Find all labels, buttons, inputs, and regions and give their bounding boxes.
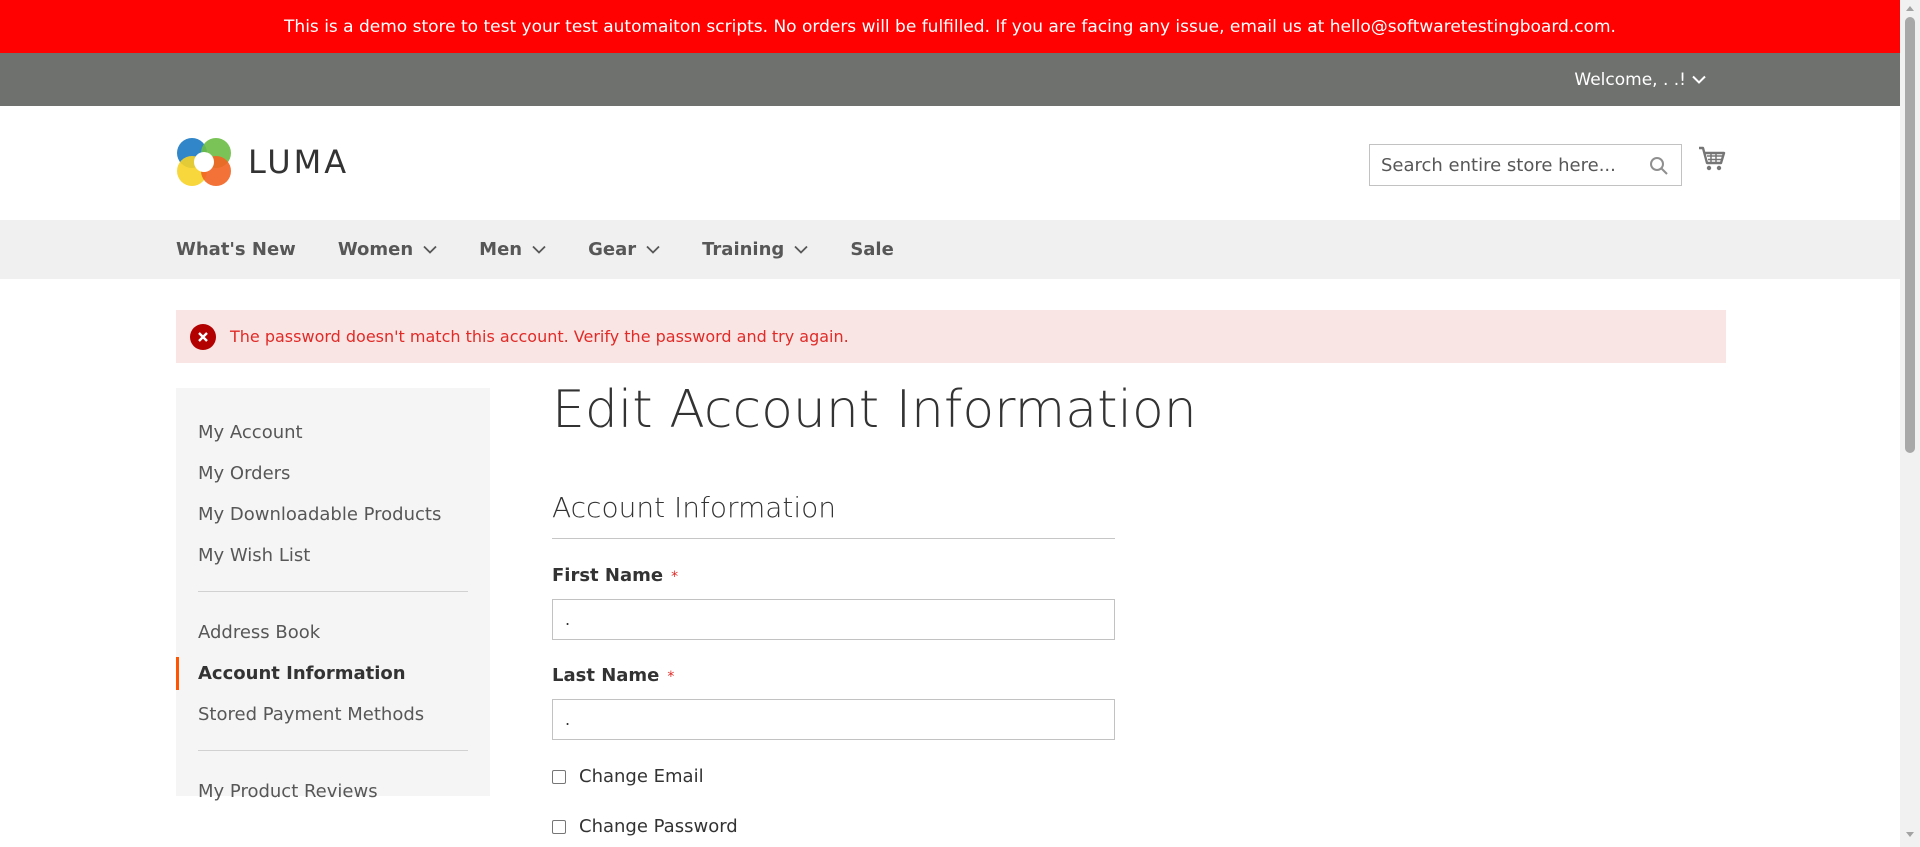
- search-box: [1369, 144, 1682, 186]
- demo-banner: This is a demo store to test your test a…: [0, 0, 1900, 53]
- first-name-label-text: First Name: [552, 565, 664, 586]
- nav-item-label: What's New: [176, 239, 296, 260]
- sidebar-item-label: My Product Reviews: [198, 781, 378, 802]
- chevron-down-icon: [423, 245, 437, 254]
- sidebar-item-stored-payment-methods[interactable]: Stored Payment Methods: [176, 694, 490, 735]
- sidebar-item-my-product-reviews[interactable]: My Product Reviews: [176, 771, 490, 812]
- cart-icon[interactable]: [1698, 146, 1726, 172]
- panel-header: Welcome, . .!: [0, 53, 1900, 106]
- nav-item-training[interactable]: Training: [702, 239, 808, 260]
- sidebar-item-label: My Wish List: [198, 545, 311, 566]
- nav-item-label: Gear: [588, 239, 637, 260]
- error-message-text: The password doesn't match this account.…: [230, 327, 849, 346]
- welcome-text: Welcome, . .!: [1574, 69, 1686, 90]
- nav-list: What's New Women Men Gear Training Sale: [176, 220, 936, 279]
- welcome-menu[interactable]: Welcome, . .!: [1574, 53, 1706, 106]
- sidebar-item-label: My Downloadable Products: [198, 504, 442, 525]
- section-divider: [552, 538, 1115, 539]
- first-name-label: First Name *: [552, 565, 678, 586]
- main-nav: What's New Women Men Gear Training Sale: [0, 220, 1900, 279]
- error-message: The password doesn't match this account.…: [176, 310, 1726, 363]
- change-email-label: Change Email: [579, 766, 704, 787]
- nav-item-label: Sale: [850, 239, 894, 260]
- luma-logo[interactable]: LUMA: [176, 133, 349, 191]
- sidebar-item-address-book[interactable]: Address Book: [176, 612, 490, 653]
- nav-item-men[interactable]: Men: [479, 239, 546, 260]
- nav-item-label: Women: [337, 239, 414, 260]
- sidebar-item-my-downloadable-products[interactable]: My Downloadable Products: [176, 494, 490, 535]
- required-marker: *: [667, 669, 675, 685]
- sidebar-item-account-information: Account Information: [176, 653, 490, 694]
- scroll-up-arrow-icon[interactable]: [1905, 4, 1915, 12]
- page-scrollbar[interactable]: [1900, 0, 1920, 847]
- nav-item-women[interactable]: Women: [338, 239, 437, 260]
- nav-item-label: Training: [702, 239, 785, 260]
- scroll-down-arrow-icon[interactable]: [1905, 831, 1915, 839]
- account-sidebar: My Account My Orders My Downloadable Pro…: [176, 388, 490, 802]
- sidebar-item-my-account[interactable]: My Account: [176, 412, 490, 453]
- sidebar-divider: [198, 750, 468, 751]
- sidebar-item-label: Account Information: [198, 663, 406, 684]
- nav-item-gear[interactable]: Gear: [588, 239, 660, 260]
- change-email-option[interactable]: Change Email: [552, 766, 704, 787]
- sidebar-item-my-orders[interactable]: My Orders: [176, 453, 490, 494]
- change-password-label: Change Password: [579, 816, 738, 837]
- nav-item-sale[interactable]: Sale: [850, 239, 894, 260]
- change-email-checkbox[interactable]: [552, 769, 566, 784]
- demo-banner-text: This is a demo store to test your test a…: [284, 16, 1616, 37]
- first-name-field[interactable]: [552, 599, 1115, 640]
- sidebar-divider: [198, 591, 468, 592]
- error-icon: [190, 323, 216, 350]
- chevron-down-icon: [532, 245, 546, 254]
- chevron-down-icon: [794, 245, 808, 254]
- logo-text: LUMA: [248, 143, 350, 181]
- nav-item-label: Men: [479, 239, 523, 260]
- sidebar-item-label: Stored Payment Methods: [198, 704, 425, 725]
- nav-item-whats-new[interactable]: What's New: [176, 239, 296, 260]
- last-name-label-text: Last Name: [552, 665, 660, 686]
- change-password-option[interactable]: Change Password: [552, 816, 738, 837]
- required-marker: *: [671, 569, 679, 585]
- luma-logo-icon: [177, 138, 231, 186]
- sidebar-item-label: My Account: [198, 422, 303, 443]
- last-name-field[interactable]: [552, 699, 1115, 740]
- change-password-checkbox[interactable]: [552, 819, 566, 834]
- page-title: Edit Account Information: [552, 380, 1197, 440]
- sidebar-item-my-wish-list[interactable]: My Wish List: [176, 535, 490, 576]
- section-title: Account Information: [552, 491, 837, 524]
- sidebar-item-label: My Orders: [198, 463, 291, 484]
- sidebar-item-label: Address Book: [198, 622, 321, 643]
- scrollbar-thumb[interactable]: [1905, 17, 1915, 453]
- search-input[interactable]: [1370, 154, 1640, 176]
- site-header: LUMA: [0, 106, 1900, 220]
- chevron-down-icon: [1692, 75, 1706, 84]
- chevron-down-icon: [646, 245, 660, 254]
- last-name-label: Last Name *: [552, 665, 674, 686]
- search-icon[interactable]: [1649, 156, 1669, 176]
